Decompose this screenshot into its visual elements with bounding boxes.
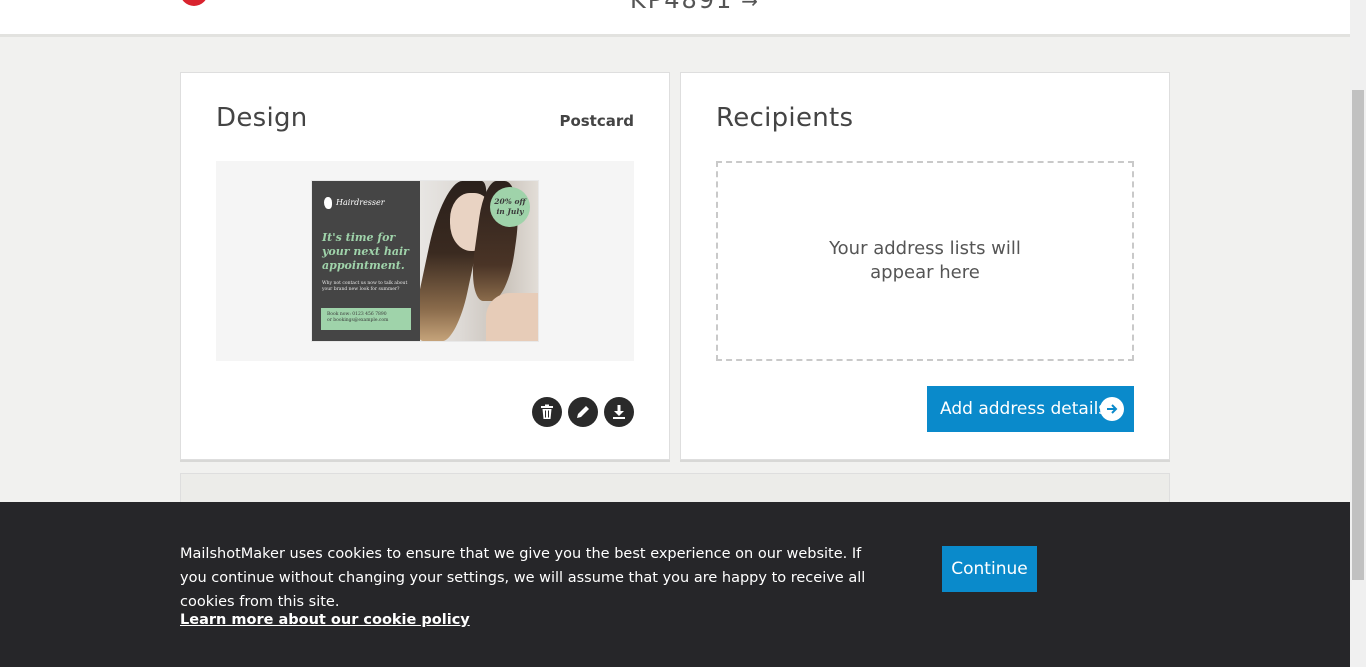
trash-icon [541, 404, 553, 419]
cookie-message: MailshotMaker uses cookies to ensure tha… [180, 546, 866, 610]
delete-button[interactable] [532, 397, 562, 427]
continue-button[interactable]: Continue [942, 546, 1037, 592]
postcard-contact-line: or bookings@example.com [327, 318, 389, 323]
postcard-photo: 20% off in July [420, 181, 538, 341]
postcard-body: Why not contact us now to talk about you… [322, 281, 408, 292]
add-address-details-button[interactable]: Add address details [927, 386, 1134, 432]
download-button[interactable] [604, 397, 634, 427]
design-type-label: Postcard [559, 112, 634, 130]
design-title: Design [216, 103, 308, 133]
design-panel: Design Postcard Hairdresser It's time fo… [180, 72, 670, 460]
design-actions [532, 397, 634, 427]
edit-button[interactable] [568, 397, 598, 427]
scrollbar-thumb[interactable] [1352, 90, 1364, 580]
arrow-right-circle-icon [1100, 397, 1124, 421]
placeholder-text: Your address lists will appear here [829, 238, 1021, 283]
postcard-front-text: Hairdresser It's time for your next hair… [312, 181, 420, 341]
brand-logo[interactable] [180, 0, 208, 6]
leaf-logo-icon [324, 197, 332, 209]
recipients-panel: Recipients Your address lists will appea… [680, 72, 1170, 460]
postcard-brand-text: Hairdresser [336, 198, 385, 207]
cookie-banner: MailshotMaker uses cookies to ensure tha… [0, 502, 1350, 667]
cookie-policy-link[interactable]: Learn more about our cookie policy [180, 612, 470, 628]
recipients-title: Recipients [716, 103, 854, 133]
order-ref-text: KP4891 [630, 0, 734, 14]
add-address-label: Add address details [940, 399, 1108, 419]
download-icon [613, 405, 625, 419]
order-reference[interactable]: KP4891 → [630, 0, 760, 14]
postcard-thumbnail[interactable]: Hairdresser It's time for your next hair… [312, 181, 538, 341]
arrow-right-icon: → [741, 0, 761, 13]
design-preview[interactable]: Hairdresser It's time for your next hair… [216, 161, 634, 361]
page-scrollbar[interactable] [1350, 0, 1366, 667]
address-list-placeholder: Your address lists will appear here [716, 161, 1134, 361]
postcard-headline: It's time for your next hair appointment… [322, 231, 409, 272]
shoulder-shape [486, 293, 538, 341]
postcard-contact-box: Book now: 0123 456 7890 or bookings@exam… [321, 308, 411, 330]
top-header: KP4891 → [0, 0, 1350, 37]
postcard-brand: Hairdresser [324, 197, 385, 209]
pencil-icon [577, 406, 589, 418]
discount-badge: 20% off in July [490, 187, 530, 227]
